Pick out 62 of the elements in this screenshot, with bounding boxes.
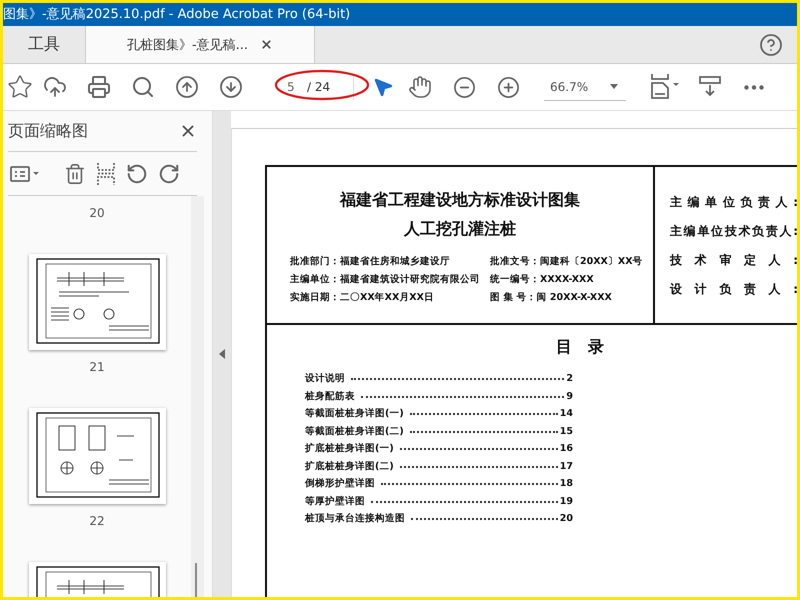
search-icon	[131, 75, 155, 99]
info-field: 实施日期：二〇XX年XX月XX日	[290, 291, 490, 305]
info-field: 主编单位：福建省建筑设计研究院有限公司	[290, 273, 490, 287]
page-reference: 16	[560, 442, 573, 456]
page-number: 21	[89, 360, 105, 374]
close-icon[interactable]	[260, 38, 274, 51]
contents-entry: 等厚护壁详图	[305, 494, 365, 508]
contents-entry: 扩底桩桩身详图(二)	[305, 460, 394, 474]
document-title: 福建省工程建设地方标准设计图集	[340, 189, 580, 211]
insert-page-button[interactable]	[94, 160, 118, 186]
caret-icon	[610, 84, 618, 89]
contents-entry: 扩底桩桩身详图(一)	[305, 442, 394, 456]
role-label: 设计负责人:	[670, 281, 797, 297]
star-icon	[7, 74, 33, 100]
more-icon	[744, 84, 764, 90]
contents-entry: 等截面桩桩身详图(一)	[305, 407, 404, 421]
page-reference: 19	[560, 494, 573, 508]
minus-icon	[452, 76, 476, 98]
page-reference: 20	[560, 512, 573, 526]
document-tab[interactable]: 孔桩图集》-意见稿...	[85, 26, 315, 63]
panel-title: 页面缩略图	[8, 120, 88, 142]
page-reference: 14	[560, 407, 573, 421]
trash-icon	[64, 162, 86, 184]
zoom-dropdown[interactable]: 66.7%	[544, 74, 626, 100]
page-reference: 15	[560, 424, 573, 438]
contents-entry: 桩顶与承台连接构造图	[305, 512, 405, 526]
hand-icon	[408, 75, 432, 99]
role-label: 主编单位负责人:	[670, 194, 797, 210]
printer-icon	[87, 75, 111, 99]
contents-entry: 桩身配筋表	[305, 390, 355, 404]
info-field: 批准部门：福建省住房和城乡建设厅	[290, 255, 490, 269]
page-number-field[interactable]: 5	[287, 80, 303, 94]
document-subtitle: 人工挖孔灌注桩	[404, 218, 516, 240]
pointer-icon	[372, 76, 394, 98]
help-icon[interactable]	[759, 32, 783, 56]
page-number: 22	[89, 514, 105, 528]
window-title: 图集》-意见稿2025.10.pdf - Adobe Acrobat Pro (64-bit)	[3, 3, 797, 26]
rotate-left-icon	[126, 162, 148, 184]
insert-page-icon	[96, 162, 116, 184]
rotate-right-icon	[158, 162, 180, 184]
cloud-upload-icon	[43, 75, 67, 99]
page-reference: 2	[566, 372, 573, 386]
scrollbar-thumb[interactable]	[195, 563, 197, 597]
contents-entry: 等截面桩桩身详图(二)	[305, 424, 404, 438]
collapse-arrow-icon[interactable]	[219, 349, 225, 359]
page-reference: 18	[560, 477, 573, 491]
page-reference: 9	[566, 390, 573, 404]
contents-heading: 目 录	[555, 337, 605, 358]
info-field: 批准文号：闽建科〔20XX〕XX号	[490, 255, 660, 269]
contents-entry: 倒梯形护壁详图	[305, 477, 375, 491]
page-number: 20	[89, 206, 105, 220]
info-field: 统一编号：XXXX-XXX	[490, 273, 660, 287]
plus-icon	[496, 76, 520, 98]
page-thumbnail[interactable]	[28, 254, 166, 350]
role-label: 主编单位技术负责人:	[670, 223, 797, 239]
info-field: 图 集 号：闽 20XX-X-XXX	[490, 291, 660, 305]
contents-entry: 设计说明	[305, 372, 345, 386]
role-label: 技术审定人:	[670, 252, 797, 268]
page-reference: 17	[560, 460, 573, 474]
page-count: / 24	[307, 80, 330, 94]
list-icon	[10, 164, 40, 182]
page-thumbnail[interactable]	[28, 408, 166, 504]
